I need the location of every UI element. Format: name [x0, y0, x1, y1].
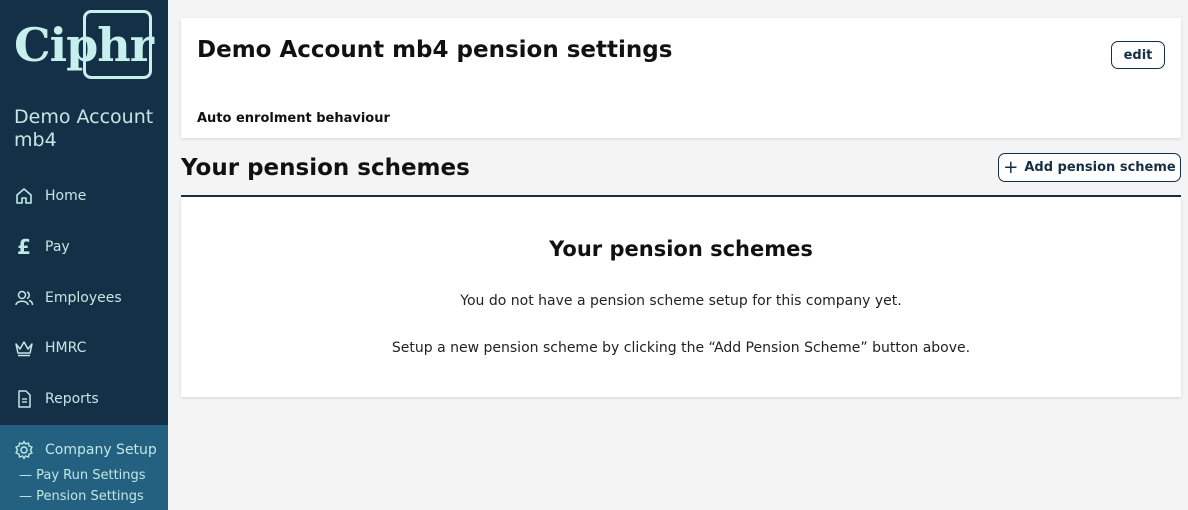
edit-button[interactable]: edit — [1111, 41, 1165, 69]
nav-label-home: Home — [45, 188, 87, 204]
auto-enrolment-label: Auto enrolment behaviour — [197, 111, 390, 126]
sub-item-pension-settings[interactable]: — Pension Settings — [19, 489, 144, 504]
nav-label-pay: Pay — [45, 239, 70, 255]
nav-item-employees[interactable]: Employees — [0, 273, 168, 323]
nav-label-hmrc: HMRC — [45, 340, 87, 356]
nav-label-reports: Reports — [45, 391, 99, 407]
nav-item-reports[interactable]: Reports — [0, 374, 168, 424]
home-icon — [13, 185, 35, 207]
logo-text: Ciphr — [14, 18, 154, 72]
schemes-section-title: Your pension schemes — [181, 155, 470, 181]
page-title: Demo Account mb4 pension settings — [197, 37, 673, 63]
people-icon — [13, 287, 35, 309]
empty-state-message: You do not have a pension scheme setup f… — [460, 293, 902, 309]
nav-label-employees: Employees — [45, 290, 122, 306]
nav-item-home[interactable]: Home — [0, 171, 168, 221]
gear-icon — [13, 439, 35, 461]
crown-icon — [13, 337, 35, 359]
empty-state-hint: Setup a new pension scheme by clicking t… — [391, 340, 971, 356]
main-content: Demo Account mb4 pension settings edit A… — [181, 0, 1181, 510]
pound-icon: £ — [17, 235, 31, 259]
sidebar: Ciphr Demo Account mb4 Home £ Pay Employ… — [0, 0, 168, 510]
empty-schemes-card: Your pension schemes You do not have a p… — [181, 197, 1181, 397]
plus-icon: + — [1003, 156, 1019, 178]
sub-item-pay-run-settings[interactable]: — Pay Run Settings — [19, 468, 146, 483]
ciphr-logo[interactable]: Ciphr — [12, 9, 154, 82]
document-icon — [13, 388, 35, 410]
nav-item-pay[interactable]: £ Pay — [0, 222, 168, 272]
add-pension-scheme-button[interactable]: + Add pension scheme — [998, 153, 1181, 182]
empty-state-title: Your pension schemes — [549, 237, 813, 261]
company-name: Demo Account mb4 — [14, 106, 154, 151]
nav-item-hmrc[interactable]: HMRC — [0, 323, 168, 373]
pension-settings-card: Demo Account mb4 pension settings edit A… — [181, 18, 1181, 138]
add-pension-scheme-label: Add pension scheme — [1024, 160, 1176, 175]
nav-label-company-setup: Company Setup — [45, 442, 157, 458]
